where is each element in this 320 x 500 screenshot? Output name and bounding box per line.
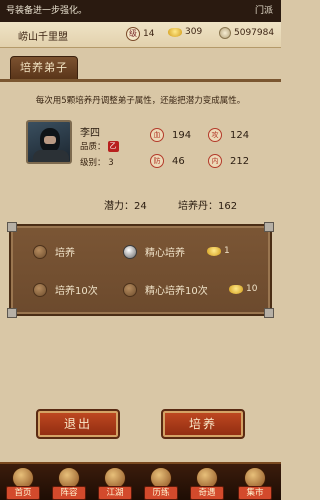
gold-ingot-icon xyxy=(168,27,182,37)
attr-hp: 血 194 xyxy=(150,128,191,142)
option-train-label: 培养 xyxy=(55,248,75,259)
exit-button[interactable]: 退出 xyxy=(36,409,120,439)
quality-label: 品质： xyxy=(80,142,106,152)
option-careful-train-10[interactable]: 精心培养10次 xyxy=(123,282,208,297)
disciple-name: 李四 xyxy=(80,128,100,139)
nav-training[interactable]: 历练 xyxy=(140,466,182,500)
nav-encounter[interactable]: 奇遇 xyxy=(186,466,228,500)
disciple-avatar[interactable] xyxy=(26,120,72,164)
region-name: 崂山千里盟 xyxy=(18,32,68,43)
option-train10-label: 培养10次 xyxy=(55,286,98,297)
notice-text: 号装备进一步强化。 xyxy=(6,6,88,16)
pill-label: 培养丹： xyxy=(178,201,218,212)
gold-stat: 309 xyxy=(168,27,202,37)
attr-attack: 攻 124 xyxy=(208,128,249,142)
option-train[interactable]: 培养 xyxy=(33,244,75,259)
option-careful10-label: 精心培养10次 xyxy=(145,286,208,297)
internal-icon: 内 xyxy=(208,154,222,168)
nav-market[interactable]: 集市 xyxy=(234,466,276,500)
radio-train[interactable] xyxy=(33,244,47,259)
divider xyxy=(0,79,281,82)
train-options-panel: 培养 精心培养 1 培养10次 精心培养10次 10 xyxy=(7,222,274,318)
quality-badge: 乙 xyxy=(107,140,119,152)
defense-icon: 防 xyxy=(150,154,164,168)
quality-row: 品质： 乙 xyxy=(80,140,119,152)
nav-jianghu[interactable]: 江湖 xyxy=(94,466,136,500)
nav-home[interactable]: 首页 xyxy=(2,466,44,500)
option-train-10[interactable]: 培养10次 xyxy=(33,282,98,297)
careful-cost-value: 1 xyxy=(224,246,230,256)
nav-encounter-label: 奇遇 xyxy=(190,486,224,500)
page-title: 培养弟子 xyxy=(10,56,78,80)
attr-defense: 防 46 xyxy=(150,154,185,168)
potential-row: 潜力：24 xyxy=(104,197,147,212)
potential-label: 潜力： xyxy=(104,201,134,212)
gold-ingot-icon xyxy=(207,246,221,256)
silver-stat: 5097984 xyxy=(219,27,274,39)
status-header: 崂山千里盟 级 14 309 5097984 xyxy=(0,22,281,48)
rank-stat: 级 14 xyxy=(126,27,154,41)
radio-train-10[interactable] xyxy=(33,282,47,297)
panel-corner xyxy=(7,308,17,318)
gold-ingot-icon xyxy=(229,284,243,294)
train-button[interactable]: 培养 xyxy=(161,409,245,439)
gold-value: 309 xyxy=(185,27,203,37)
rank-icon: 级 xyxy=(126,27,140,41)
sect-link[interactable]: 门派 xyxy=(255,0,273,22)
potential-value: 24 xyxy=(134,201,147,212)
careful10-cost-value: 10 xyxy=(246,284,258,294)
hp-value: 194 xyxy=(172,129,192,141)
attr-internal: 内 212 xyxy=(208,154,249,168)
rank-value: 14 xyxy=(143,29,155,39)
bottom-nav: 首页 阵容 江湖 历练 奇遇 集市 xyxy=(0,462,281,500)
pill-row: 培养丹：162 xyxy=(178,197,237,212)
panel-corner xyxy=(264,308,274,318)
careful10-cost: 10 xyxy=(229,284,257,294)
silver-coin-icon xyxy=(219,27,231,39)
nav-home-label: 首页 xyxy=(6,486,40,500)
internal-value: 212 xyxy=(230,155,250,167)
description: 每次用5颗培养丹调整弟子属性，还能把潜力变成属性。 xyxy=(35,96,246,106)
nav-jianghu-label: 江湖 xyxy=(98,486,132,500)
panel-corner xyxy=(264,222,274,232)
option-careful-train[interactable]: 精心培养 xyxy=(123,244,185,259)
level-label: 级别： xyxy=(80,158,106,168)
radio-careful-train[interactable] xyxy=(123,244,137,259)
silver-value: 5097984 xyxy=(234,28,275,38)
nav-lineup-label: 阵容 xyxy=(52,486,86,500)
defense-value: 46 xyxy=(172,155,185,167)
nav-training-label: 历练 xyxy=(144,486,178,500)
level-value: 3 xyxy=(108,158,114,168)
hp-icon: 血 xyxy=(150,128,164,142)
nav-market-label: 集市 xyxy=(238,486,272,500)
careful-cost: 1 xyxy=(207,246,230,256)
attack-icon: 攻 xyxy=(208,128,222,142)
option-careful-label: 精心培养 xyxy=(145,248,185,259)
notice-bar: 号装备进一步强化。 门派 xyxy=(0,0,281,22)
attack-value: 124 xyxy=(230,129,250,141)
level-row: 级别： 3 xyxy=(80,156,114,168)
radio-careful-train-10[interactable] xyxy=(123,282,137,297)
nav-lineup[interactable]: 阵容 xyxy=(48,466,90,500)
panel-corner xyxy=(7,222,17,232)
pill-value: 162 xyxy=(218,201,238,212)
